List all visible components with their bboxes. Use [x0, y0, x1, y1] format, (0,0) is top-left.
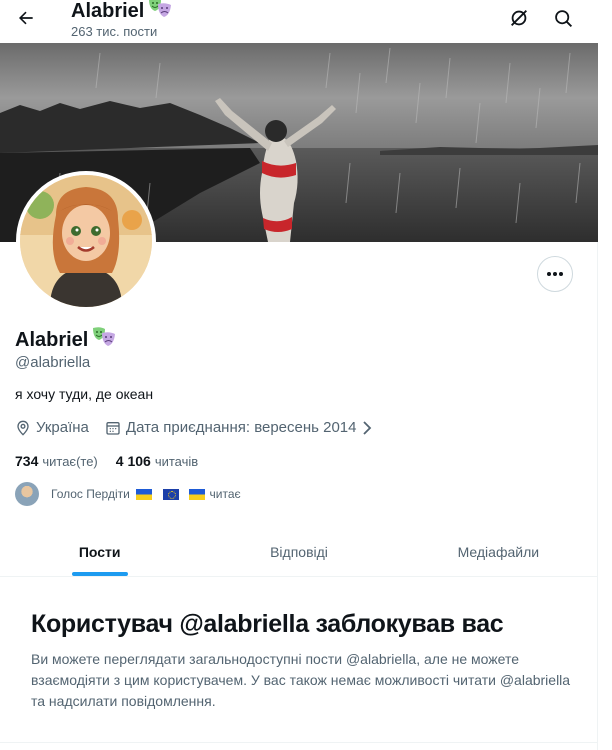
search-icon — [554, 9, 572, 27]
more-dots-icon — [547, 272, 563, 276]
top-bar: Alabriel 263 тис. пости — [0, 0, 598, 43]
calendar-icon — [106, 421, 120, 435]
blocked-notice: Користувач @alabriella заблокував вас Ви… — [31, 610, 571, 712]
known-follower-avatar — [15, 482, 39, 506]
divider — [0, 742, 598, 743]
arrow-left-icon — [19, 11, 33, 25]
join-date[interactable]: Дата приєднання: вересень 2014 — [105, 419, 378, 436]
display-name: Alabriel — [15, 328, 89, 351]
known-followers[interactable]: Голос Пердіти читає — [15, 482, 241, 506]
followers-count: 4 106 — [115, 453, 151, 469]
followers-label: читачів — [154, 454, 199, 469]
location-text: Україна — [36, 419, 89, 436]
profile-bio: я хочу туди, де океан — [15, 386, 154, 402]
profile-meta: Україна Дата приєднання: вересень 2014 — [15, 419, 394, 436]
profile-tabs: Пости Відповіді Медіафайли — [0, 527, 598, 577]
eu-flag-icon — [163, 489, 180, 501]
profile-name: Alabriel — [15, 326, 117, 354]
location: Україна — [15, 419, 89, 436]
join-date-text: Дата приєднання: вересень 2014 — [125, 419, 357, 436]
tab-label: Пости — [78, 543, 121, 560]
following-label: читає(те) — [42, 454, 98, 469]
ukraine-flag-icon — [135, 489, 152, 501]
theatre-masks-icon — [91, 326, 117, 354]
blocked-description: Ви можете переглядати загальнодоступні п… — [31, 651, 571, 709]
location-pin-icon — [17, 420, 29, 436]
search-button[interactable] — [550, 5, 576, 31]
post-count: 263 тис. пости — [71, 24, 158, 39]
flags — [134, 487, 207, 501]
theatre-masks-icon — [147, 0, 173, 25]
more-options-button[interactable] — [537, 256, 573, 292]
blocked-title: Користувач @alabriella заблокував вас — [31, 610, 504, 638]
header-name: Alabriel — [71, 0, 145, 22]
known-follower-suffix: читає — [209, 487, 241, 501]
header-title: Alabriel — [71, 0, 173, 25]
tab-replies[interactable]: Відповіді — [199, 527, 398, 576]
ukraine-flag-icon — [188, 489, 205, 501]
following-link[interactable]: 734 читає(те) — [15, 453, 98, 469]
following-count: 734 — [15, 453, 39, 469]
tab-label: Відповіді — [270, 543, 328, 560]
follow-stats: 734 читає(те) 4 106 читачів — [15, 453, 216, 469]
profile-avatar[interactable] — [16, 171, 156, 311]
chevron-right-icon — [362, 420, 371, 435]
profile-page: Alabriel 263 тис. пости Alabriel @alabri… — [0, 0, 598, 750]
hide-button[interactable] — [506, 5, 532, 31]
known-follower-name: Голос Пердіти — [51, 487, 130, 501]
tab-posts[interactable]: Пости — [0, 527, 199, 576]
followers-link[interactable]: 4 106 читачів — [116, 453, 198, 469]
eye-slash-icon — [511, 10, 527, 26]
profile-handle: @alabriella — [15, 354, 91, 371]
tab-label: Медіафайли — [457, 543, 540, 560]
tab-active-indicator — [71, 572, 128, 576]
back-button[interactable] — [12, 4, 40, 32]
tab-media[interactable]: Медіафайли — [399, 527, 598, 576]
